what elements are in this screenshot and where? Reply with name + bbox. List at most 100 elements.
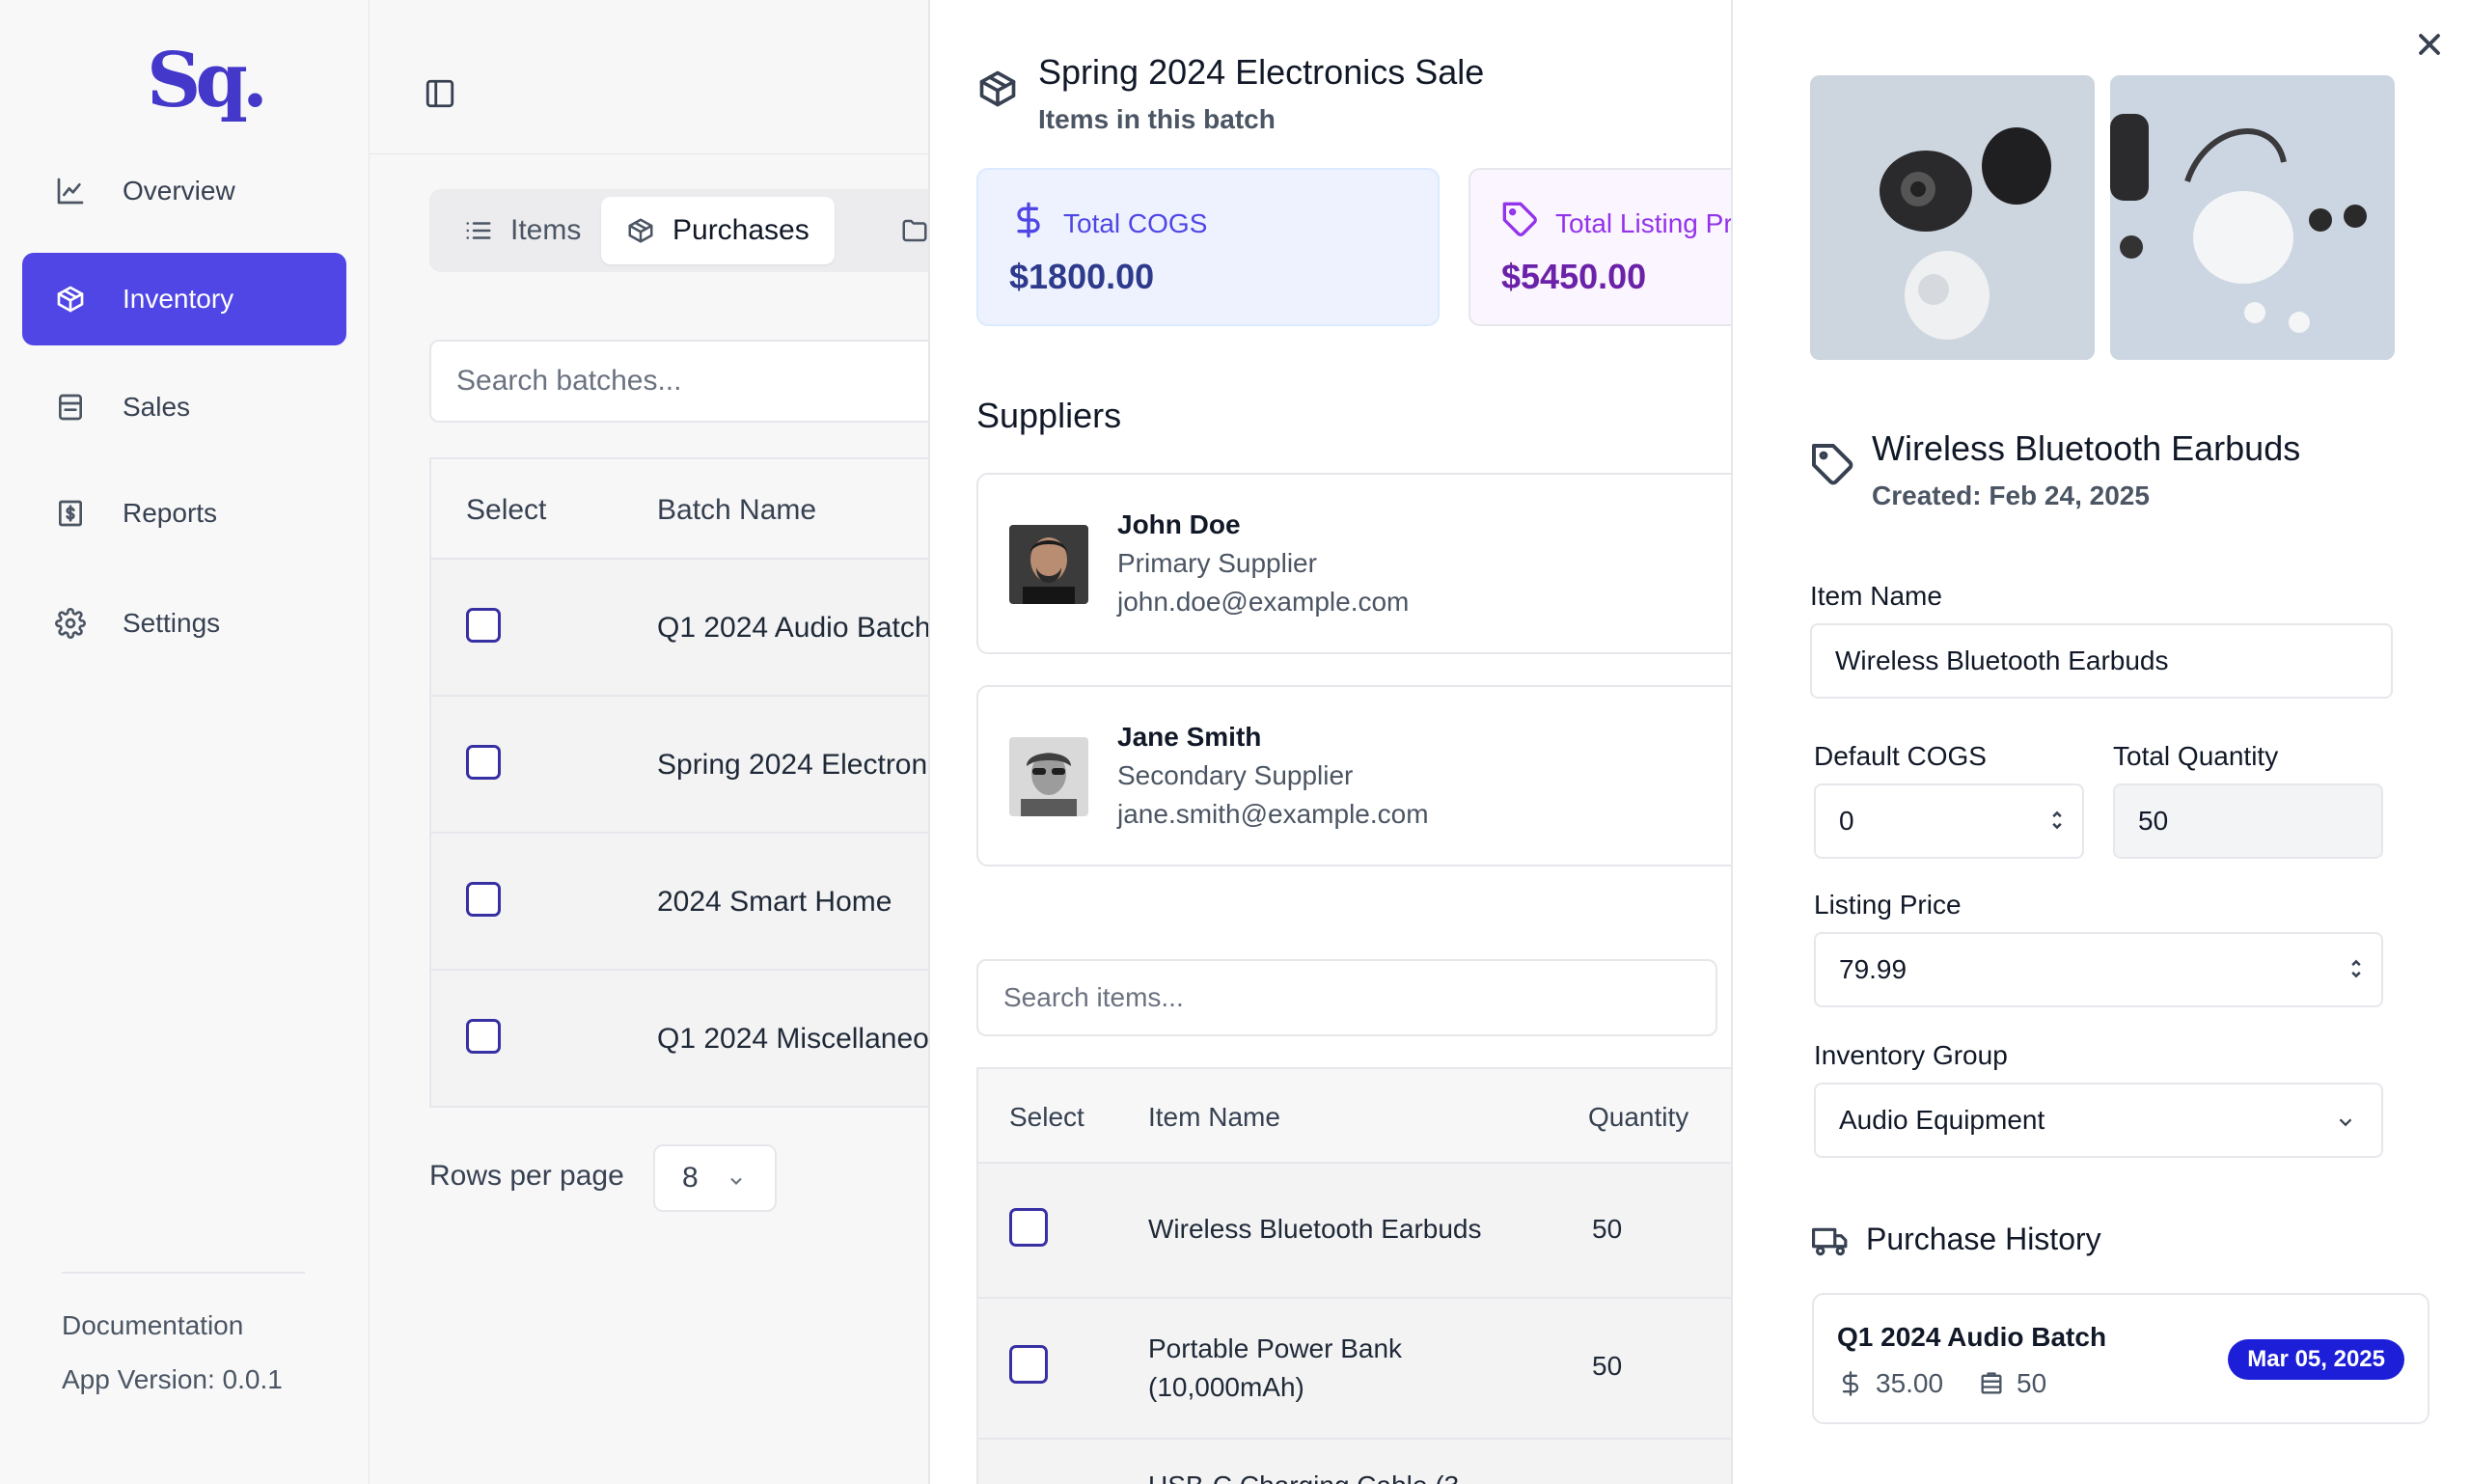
tab-folders[interactable] xyxy=(875,197,929,264)
sidebar-toggle-icon[interactable] xyxy=(424,77,456,110)
tag-icon xyxy=(1810,442,1856,488)
table-row[interactable]: USB-C Charging Cable (3 xyxy=(978,1440,1731,1484)
package-icon xyxy=(53,282,88,316)
sidebar-item-overview[interactable]: Overview xyxy=(22,145,346,237)
row-checkbox[interactable] xyxy=(466,1019,501,1054)
supplier-name: Jane Smith xyxy=(1117,722,1262,752)
sidebar-item-sales[interactable]: Sales xyxy=(22,361,346,453)
tab-items[interactable]: Items xyxy=(439,197,606,264)
tab-bar: Items Purchases xyxy=(429,189,929,272)
supplier-card[interactable]: John Doe Primary Supplier john.doe@examp… xyxy=(976,473,1731,654)
item-name-cell: Portable Power Bank (10,000mAh) xyxy=(1148,1333,1403,1402)
stepper-icon[interactable] xyxy=(2348,955,2364,982)
purchase-cost-value: 35.00 xyxy=(1876,1368,1944,1398)
inventory-group-select[interactable]: Audio Equipment xyxy=(1814,1083,2383,1158)
rows-per-page-label: Rows per page xyxy=(429,1160,624,1192)
table-header: Select Batch Name xyxy=(431,459,929,560)
package-icon xyxy=(628,218,653,243)
truck-icon xyxy=(1812,1223,1849,1260)
listing-price-field xyxy=(1814,932,2383,1007)
purchase-quantity: 50 xyxy=(1978,1368,2046,1399)
purchase-cost: 35.00 xyxy=(1837,1368,1943,1399)
item-name-label: Item Name xyxy=(1810,581,1942,611)
total-cogs-card: Total COGS $1800.00 xyxy=(976,168,1440,326)
row-checkbox[interactable] xyxy=(466,608,501,643)
close-icon[interactable] xyxy=(2412,27,2447,62)
sidebar-item-label: Inventory xyxy=(123,284,234,314)
table-row[interactable]: Wireless Bluetooth Earbuds 50 xyxy=(978,1164,1731,1299)
tab-purchases[interactable]: Purchases xyxy=(601,197,835,264)
total-quantity-label: Total Quantity xyxy=(2113,741,2279,771)
chevron-down-icon xyxy=(730,1177,742,1185)
batch-detail-sheet: Spring 2024 Electronics Sale Items in th… xyxy=(928,0,1731,1484)
supplier-email[interactable]: john.doe@example.com xyxy=(1117,587,1409,618)
app-version: App Version: 0.0.1 xyxy=(62,1364,283,1394)
suppliers-heading: Suppliers xyxy=(976,396,1122,435)
dollar-icon xyxy=(1842,1371,1859,1396)
search-batches-input[interactable] xyxy=(429,340,929,423)
column-header-quantity[interactable]: Quantity xyxy=(1588,1102,1688,1133)
sidebar-item-reports[interactable]: Reports xyxy=(22,467,346,560)
column-header-batch-name[interactable]: Batch Name xyxy=(657,494,816,527)
tag-icon xyxy=(1501,201,1540,239)
sidebar-item-label: Sales xyxy=(123,392,191,422)
product-image[interactable] xyxy=(1810,75,2095,360)
table-row[interactable]: Q1 2024 Audio Batch xyxy=(431,560,929,697)
table-row[interactable]: Spring 2024 Electronics Sale xyxy=(431,697,929,834)
gear-icon xyxy=(53,606,88,641)
item-detail-sheet: Wireless Bluetooth Earbuds Created: Feb … xyxy=(1731,0,2470,1484)
tab-label: Items xyxy=(510,214,582,246)
product-image[interactable] xyxy=(2110,75,2395,360)
avatar xyxy=(1009,737,1088,816)
chevron-down-icon xyxy=(2339,1118,2352,1127)
item-name-input[interactable] xyxy=(1810,623,2393,699)
supplier-email[interactable]: jane.smith@example.com xyxy=(1117,799,1429,830)
folder-icon xyxy=(902,219,927,242)
batch-name-cell: Spring 2024 Electronics Sale xyxy=(657,749,929,781)
row-checkbox[interactable] xyxy=(466,882,501,917)
main-content: Items Purchases Select Batch Name Q1 202… xyxy=(370,0,929,1484)
batch-subtitle: Items in this batch xyxy=(1038,104,1276,134)
rows-per-page-value: 8 xyxy=(682,1162,699,1194)
item-quantity-cell: 50 xyxy=(1592,1214,1623,1244)
purchase-history-heading: Purchase History xyxy=(1866,1222,2101,1256)
dollar-file-icon xyxy=(53,496,88,531)
line-chart-icon xyxy=(53,174,88,208)
receipt-icon xyxy=(53,390,88,425)
row-checkbox[interactable] xyxy=(1009,1208,1048,1247)
stepper-icon[interactable] xyxy=(2049,807,2065,834)
row-checkbox[interactable] xyxy=(1009,1345,1048,1384)
batch-name-cell: 2024 Smart Home xyxy=(657,886,892,918)
stack-icon xyxy=(1981,1372,2002,1394)
default-cogs-field xyxy=(1814,783,2084,859)
table-row[interactable]: Q1 2024 Miscellaneous xyxy=(431,971,929,1108)
item-title: Wireless Bluetooth Earbuds xyxy=(1872,428,2301,468)
supplier-name: John Doe xyxy=(1117,509,1241,539)
total-listing-card: Total Listing Price $5450.00 xyxy=(1468,168,1731,326)
search-items-input[interactable] xyxy=(976,959,1717,1036)
sidebar: Sq. Overview Inventory Sales Reports Set… xyxy=(0,0,370,1484)
app-logo[interactable]: Sq. xyxy=(147,37,268,124)
batch-name-cell: Q1 2024 Audio Batch xyxy=(657,612,929,644)
sidebar-item-inventory[interactable]: Inventory xyxy=(22,253,346,345)
total-cogs-label: Total COGS xyxy=(1063,208,1208,238)
table-row[interactable]: 2024 Smart Home xyxy=(431,834,929,971)
listing-price-input[interactable] xyxy=(1814,932,2383,1007)
table-row[interactable]: Portable Power Bank (10,000mAh) 50 xyxy=(978,1299,1731,1440)
column-header-select: Select xyxy=(1009,1102,1084,1132)
sidebar-item-settings[interactable]: Settings xyxy=(22,577,346,670)
documentation-link[interactable]: Documentation xyxy=(62,1310,243,1341)
total-listing-value: $5450.00 xyxy=(1501,257,1647,296)
total-listing-label: Total Listing Price xyxy=(1555,208,1731,238)
rows-per-page-select[interactable]: 8 xyxy=(653,1144,777,1212)
batch-items-table: Select Item Name Quantity Wireless Bluet… xyxy=(976,1067,1731,1484)
row-checkbox[interactable] xyxy=(466,745,501,780)
item-created-date: Created: Feb 24, 2025 xyxy=(1872,481,2150,510)
column-header-item-name[interactable]: Item Name xyxy=(1148,1102,1280,1133)
default-cogs-input[interactable] xyxy=(1814,783,2084,859)
supplier-card[interactable]: Jane Smith Secondary Supplier jane.smith… xyxy=(976,685,1731,866)
purchase-history-entry[interactable]: Q1 2024 Audio Batch Mar 05, 2025 35.00 5… xyxy=(1812,1293,2429,1424)
top-bar xyxy=(370,0,929,154)
batch-title: Spring 2024 Electronics Sale xyxy=(1038,52,1485,92)
supplier-role: Primary Supplier xyxy=(1117,548,1317,578)
